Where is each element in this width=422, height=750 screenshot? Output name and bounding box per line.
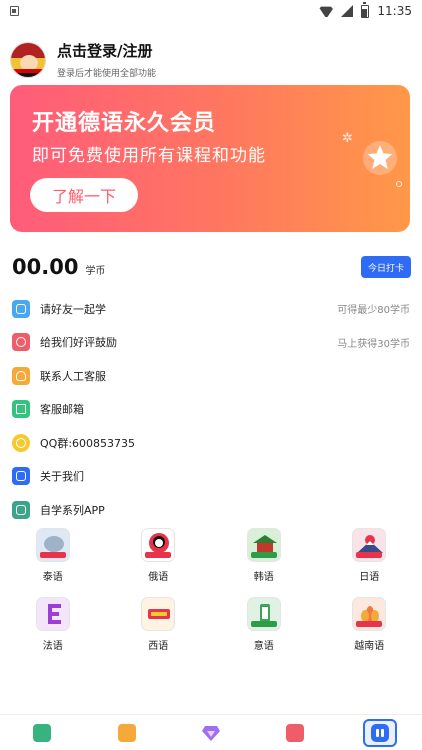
app-label: 韩语	[253, 572, 274, 583]
app-japanese[interactable]: 日语	[317, 528, 422, 583]
menu-item-reward: 马上获得30学币	[337, 338, 410, 350]
app-russian[interactable]: 俄语	[106, 528, 212, 583]
coin-balance: 00.00 学币	[12, 255, 105, 279]
italian-icon	[246, 597, 281, 631]
menu-item-label: 给我们好评鼓励	[40, 336, 117, 350]
app-label: 法语	[42, 641, 63, 652]
app-label: 俄语	[148, 572, 169, 583]
menu-item-email[interactable]: 客服邮箱	[0, 393, 422, 427]
app-label: 日语	[359, 572, 380, 583]
login-header[interactable]: 点击登录/注册 登录后才能使用全部功能	[10, 40, 156, 79]
apps-icon	[12, 500, 30, 519]
decor-dot	[396, 181, 402, 187]
menu-item-label: 自学系列APP	[40, 503, 105, 517]
vip-banner[interactable]: 开通德语永久会员 即可免费使用所有课程和功能 了解一下 ✲	[10, 85, 410, 232]
daily-checkin-button[interactable]: 今日打卡	[361, 256, 411, 278]
star-icon	[363, 141, 397, 175]
wifi-icon	[319, 5, 333, 17]
menu-item-about[interactable]: 关于我们	[0, 460, 422, 494]
learn-more-button[interactable]: 了解一下	[30, 178, 138, 212]
menu-item-reward: 可得最少80学币	[337, 305, 410, 317]
qq-icon	[12, 433, 30, 452]
russian-doll-icon	[141, 528, 176, 562]
mount-fuji-icon	[352, 528, 387, 562]
app-french[interactable]: 法语	[0, 597, 106, 652]
lotus-icon	[352, 597, 387, 631]
mail-icon	[12, 400, 30, 419]
spanish-icon	[141, 597, 176, 631]
menu-item-apps[interactable]: 自学系列APP	[0, 493, 422, 527]
app-korean[interactable]: 韩语	[211, 528, 317, 583]
info-icon	[12, 467, 30, 486]
battery-icon	[361, 1, 370, 18]
diamond-icon[interactable]	[201, 724, 221, 742]
banner-title: 开通德语永久会员	[32, 111, 217, 136]
app-grid: 泰语 俄语 韩语 日语 法语 西语 意语 越南语	[0, 528, 422, 652]
sparkle-icon: ✲	[342, 131, 353, 146]
menu-item-label: 联系人工客服	[40, 369, 106, 383]
korean-palace-icon	[246, 528, 281, 562]
app-vietnamese[interactable]: 越南语	[317, 597, 422, 652]
letter-e-icon	[35, 597, 70, 631]
elephant-icon	[35, 528, 70, 562]
menu-item-rate[interactable]: 给我们好评鼓励 马上获得30学币	[0, 326, 422, 360]
login-subtitle: 登录后才能使用全部功能	[57, 69, 157, 79]
cards-icon[interactable]	[117, 723, 136, 742]
app-label: 越南语	[354, 641, 385, 652]
clock: 11:35	[377, 4, 412, 18]
menu-list: 请好友一起学 可得最少80学币 给我们好评鼓励 马上获得30学币 联系人工客服 …	[0, 292, 422, 527]
people-icon	[12, 299, 30, 318]
login-title[interactable]: 点击登录/注册	[57, 40, 156, 61]
book-icon[interactable]	[33, 723, 52, 742]
avatar[interactable]	[10, 41, 46, 78]
profile-tab[interactable]	[362, 718, 397, 747]
headset-icon	[12, 366, 30, 385]
menu-item-invite[interactable]: 请好友一起学 可得最少80学币	[0, 292, 422, 326]
status-bar: 11:35	[0, 0, 422, 22]
bottom-nav	[0, 714, 422, 750]
app-spanish[interactable]: 西语	[106, 597, 212, 652]
app-italian[interactable]: 意语	[211, 597, 317, 652]
menu-item-support[interactable]: 联系人工客服	[0, 359, 422, 393]
app-label: 西语	[148, 641, 169, 652]
banner-subtitle: 即可免费使用所有课程和功能	[32, 146, 266, 166]
menu-item-label: 请好友一起学	[40, 302, 106, 316]
dictionary-icon[interactable]	[286, 723, 305, 742]
menu-item-qq[interactable]: QQ群:600853735	[0, 426, 422, 460]
menu-item-label: 客服邮箱	[40, 403, 84, 417]
app-label: 意语	[253, 641, 274, 652]
profile-icon	[370, 723, 389, 742]
menu-item-label: QQ群:600853735	[40, 436, 136, 450]
app-thai[interactable]: 泰语	[0, 528, 106, 583]
coin-unit: 学币	[85, 266, 106, 277]
notification-icon	[10, 6, 19, 16]
menu-item-label: 关于我们	[40, 470, 84, 484]
signal-icon	[341, 5, 354, 17]
app-label: 泰语	[42, 572, 63, 583]
smile-icon	[12, 333, 30, 352]
coin-value: 00.00	[12, 255, 79, 279]
